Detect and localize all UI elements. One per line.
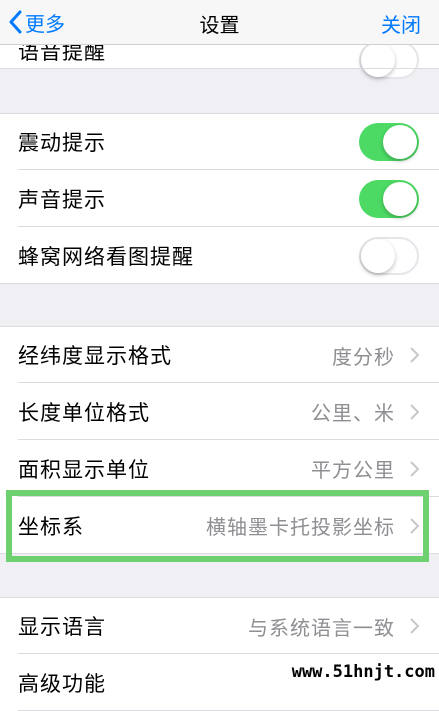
- toggle-knob: [383, 181, 417, 216]
- settings-row-length-unit[interactable]: 长度单位格式 公里、米: [0, 383, 439, 440]
- settings-row-vibration[interactable]: 震动提示: [0, 113, 439, 170]
- sound-toggle[interactable]: [359, 179, 419, 218]
- row-label: 长度单位格式: [18, 400, 150, 425]
- row-value: 与系统语言一致: [248, 615, 395, 640]
- row-label: 声音提示: [18, 187, 106, 212]
- row-value: 度分秒: [332, 344, 395, 369]
- chevron-right-icon: [410, 347, 419, 363]
- toggle-knob: [361, 43, 395, 77]
- settings-row-coordinate-system[interactable]: 坐标系 横轴墨卡托投影坐标: [0, 497, 439, 554]
- chevron-right-icon: [410, 403, 419, 420]
- watermark: www.51hnjt.com: [291, 662, 435, 682]
- vibration-toggle[interactable]: [359, 123, 419, 161]
- settings-row-sound[interactable]: 声音提示: [0, 170, 439, 227]
- settings-row-display-language[interactable]: 显示语言 与系统语言一致: [0, 597, 439, 654]
- chevron-right-icon: [410, 460, 419, 477]
- settings-row-cellular-image-alert[interactable]: 蜂窝网络看图提醒: [0, 227, 439, 284]
- settings-row-area-unit[interactable]: 面积显示单位 平方公里: [0, 440, 439, 497]
- chevron-right-icon: [410, 618, 419, 634]
- navigation-bar: 更多 设置 关闭: [0, 0, 439, 45]
- row-label: 坐标系: [18, 514, 84, 539]
- chevron-right-icon: [410, 517, 419, 534]
- row-label: 蜂窝网络看图提醒: [18, 244, 194, 269]
- row-value: 公里、米: [311, 401, 395, 425]
- close-button[interactable]: 关闭: [381, 9, 421, 38]
- toggle-knob: [383, 125, 417, 159]
- row-label: 面积显示单位: [18, 457, 150, 482]
- row-label: 经纬度显示格式: [18, 344, 172, 368]
- row-label: 震动提示: [18, 131, 106, 155]
- row-value: 平方公里: [311, 458, 395, 482]
- page-title: 设置: [199, 13, 240, 37]
- row-label: 显示语言: [18, 615, 106, 639]
- row-label: 高级功能: [18, 671, 106, 696]
- cellular-image-alert-toggle[interactable]: [359, 236, 419, 275]
- row-value: 横轴墨卡托投影坐标: [206, 515, 395, 539]
- toggle-knob: [361, 238, 395, 273]
- settings-row-coordinate-format[interactable]: 经纬度显示格式 度分秒: [0, 326, 439, 383]
- voice-reminder-toggle[interactable]: [359, 41, 419, 79]
